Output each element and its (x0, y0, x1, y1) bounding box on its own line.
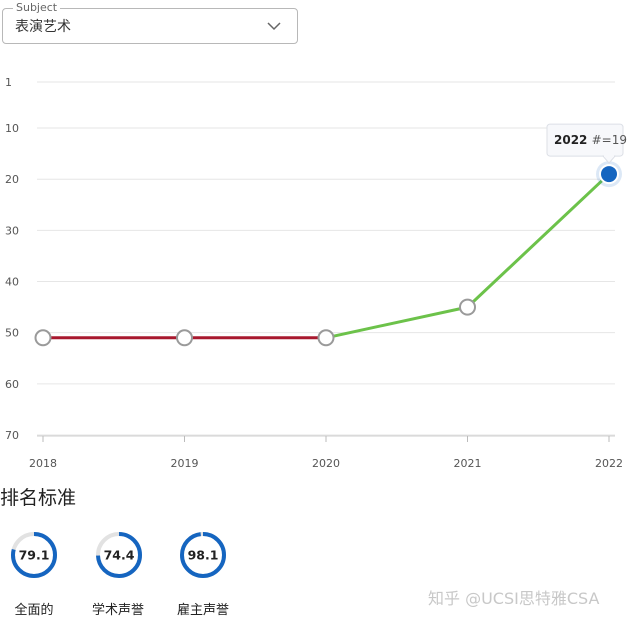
data-point (459, 298, 476, 316)
gauge-value: 98.1 (188, 548, 219, 563)
gauge-value: 79.1 (19, 548, 50, 563)
academic-reputation-gauge: 74.4 (96, 532, 142, 578)
x-tick-label: 2019 (171, 457, 199, 470)
y-tick-label: 20 (5, 173, 19, 186)
gauge-value: 74.4 (104, 548, 135, 563)
y-tick-label: 60 (5, 378, 19, 391)
y-tick-label: 30 (5, 224, 19, 237)
tooltip-pointer-mask (604, 155, 614, 158)
series-segment (466, 172, 611, 309)
gauge-label-overall: 全面的 (14, 603, 54, 618)
tooltip-rank: #=19 (592, 133, 627, 147)
subject-select[interactable]: Subject 表演艺术 (2, 1, 298, 44)
y-tick-label: 40 (5, 276, 19, 289)
subject-value: 表演艺术 (15, 19, 71, 35)
ranking-line-chart: 1102030405060702018 2019 2020 2021 20222022 … (5, 76, 627, 470)
x-tick-label: 2018 (29, 457, 57, 470)
chevron-down-icon[interactable] (267, 21, 281, 31)
x-tick-label: 2021 (454, 457, 482, 470)
data-point (317, 329, 335, 347)
overall-score-gauge: 79.1 (11, 532, 57, 578)
x-tick-label: 2022 (595, 457, 623, 470)
y-tick-label: 10 (5, 122, 19, 135)
data-point (34, 329, 52, 347)
tooltip-text: 2022 #=19 (554, 133, 627, 147)
series-segment (324, 305, 469, 340)
data-point-highlight (599, 164, 619, 185)
gauge-label-academic: 学术声誉 (91, 603, 144, 618)
ranking-criteria-title: 排名标准 (0, 487, 77, 509)
y-tick-label: 70 (5, 429, 19, 442)
data-point (176, 329, 193, 347)
y-tick-label: 1 (5, 76, 12, 89)
tooltip-year: 2022 (554, 133, 592, 147)
gauge-label-employer: 雇主声誉 (176, 603, 229, 618)
subject-legend: Subject (13, 1, 61, 15)
watermark: 知乎 @UCSI思特雅CSA (428, 589, 600, 608)
employer-reputation-gauge: 98.1 (180, 532, 226, 578)
y-tick-label: 50 (5, 327, 19, 340)
x-tick-label: 2020 (312, 457, 340, 470)
